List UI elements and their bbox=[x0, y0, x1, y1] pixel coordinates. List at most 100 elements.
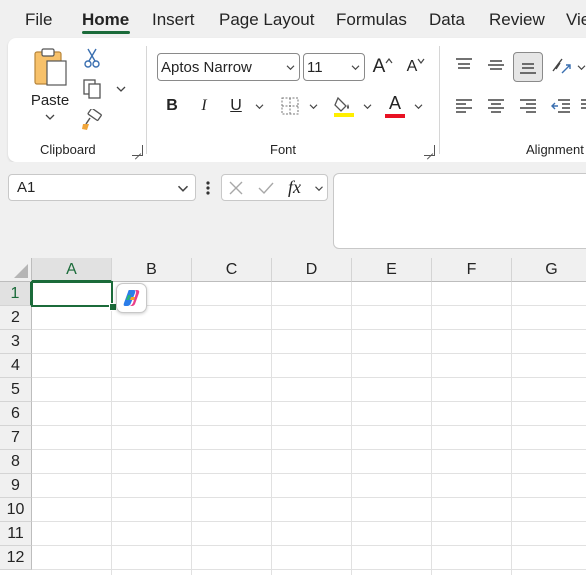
font-color-swatch bbox=[385, 114, 405, 118]
orientation-button[interactable] bbox=[548, 52, 574, 78]
column-header-f[interactable]: F bbox=[432, 258, 512, 282]
tab-data[interactable]: Data bbox=[429, 10, 465, 30]
decrease-font-size-button[interactable]: A bbox=[403, 53, 429, 81]
column-header-g[interactable]: G bbox=[512, 258, 586, 282]
column-header-a[interactable]: A bbox=[32, 258, 112, 282]
cancel-icon[interactable] bbox=[228, 181, 244, 195]
align-middle-icon bbox=[488, 60, 504, 70]
fill-color-button[interactable] bbox=[332, 93, 356, 119]
row-header-1[interactable]: 1 bbox=[0, 282, 32, 306]
formula-bar-more-button[interactable] bbox=[202, 177, 214, 199]
row-header-11[interactable]: 11 bbox=[0, 522, 32, 546]
font-color-button[interactable]: A bbox=[384, 93, 406, 119]
name-box-value: A1 bbox=[17, 179, 36, 196]
middle-align-button[interactable] bbox=[483, 52, 509, 78]
row-header-9[interactable]: 9 bbox=[0, 474, 32, 498]
active-cell-a1[interactable] bbox=[31, 281, 113, 307]
tab-review[interactable]: Review bbox=[489, 10, 545, 30]
column-header-b[interactable]: B bbox=[112, 258, 192, 282]
underline-button[interactable]: U bbox=[224, 93, 248, 119]
gridline bbox=[191, 282, 192, 575]
increase-font-glyph: A bbox=[372, 56, 386, 77]
chevron-down-icon[interactable] bbox=[45, 113, 55, 121]
chevron-down-icon[interactable] bbox=[177, 184, 189, 193]
borders-icon bbox=[281, 97, 299, 115]
row-header-6[interactable]: 6 bbox=[0, 402, 32, 426]
formula-input[interactable] bbox=[333, 173, 586, 249]
gridline bbox=[32, 521, 586, 522]
tab-insert[interactable]: Insert bbox=[152, 10, 195, 30]
underline-options-chevron[interactable] bbox=[252, 99, 266, 113]
column-header-c[interactable]: C bbox=[192, 258, 272, 282]
caret-down-icon bbox=[417, 58, 425, 64]
name-box[interactable]: A1 bbox=[8, 174, 196, 201]
paste-icon bbox=[34, 48, 67, 86]
orientation-options-chevron[interactable] bbox=[575, 60, 586, 74]
tab-formulas[interactable]: Formulas bbox=[336, 10, 407, 30]
font-name-combo[interactable]: Aptos Narrow bbox=[157, 53, 300, 81]
row-header-5[interactable]: 5 bbox=[0, 378, 32, 402]
chevron-down-icon bbox=[309, 103, 317, 109]
bold-button[interactable]: B bbox=[160, 93, 184, 119]
align-left-button[interactable] bbox=[451, 93, 477, 119]
row-header-8[interactable]: 8 bbox=[0, 450, 32, 474]
chevron-down-icon bbox=[577, 64, 585, 70]
group-separator bbox=[439, 46, 440, 154]
row-header-3[interactable]: 3 bbox=[0, 330, 32, 354]
gridline bbox=[32, 569, 586, 570]
clipboard-dialog-launcher-icon[interactable] bbox=[132, 145, 143, 156]
decrease-indent-button[interactable] bbox=[548, 93, 574, 119]
fill-bucket-icon bbox=[334, 96, 354, 117]
chevron-down-icon[interactable] bbox=[351, 64, 360, 71]
font-name-value: Aptos Narrow bbox=[161, 59, 252, 76]
align-center-button[interactable] bbox=[483, 93, 509, 119]
active-tab-indicator bbox=[82, 31, 130, 34]
select-all-corner[interactable] bbox=[0, 258, 32, 282]
format-painter-button[interactable] bbox=[80, 108, 104, 132]
tab-file[interactable]: File bbox=[25, 10, 52, 30]
copy-options-chevron[interactable] bbox=[114, 82, 128, 96]
top-align-button[interactable] bbox=[451, 52, 477, 78]
row-header-12[interactable]: 12 bbox=[0, 546, 32, 570]
paste-label: Paste bbox=[30, 92, 70, 109]
tab-page-layout[interactable]: Page Layout bbox=[219, 10, 314, 30]
group-separator bbox=[146, 46, 147, 154]
copilot-button[interactable] bbox=[116, 283, 147, 313]
row-header-2[interactable]: 2 bbox=[0, 306, 32, 330]
borders-options-chevron[interactable] bbox=[306, 99, 320, 113]
insert-function-button[interactable]: fx bbox=[288, 177, 301, 198]
borders-button[interactable] bbox=[278, 94, 302, 118]
align-right-button[interactable] bbox=[515, 93, 541, 119]
row-header-10[interactable]: 10 bbox=[0, 498, 32, 522]
font-color-options-chevron[interactable] bbox=[411, 99, 425, 113]
tab-view[interactable]: Vie bbox=[566, 10, 586, 30]
font-dialog-launcher-icon[interactable] bbox=[424, 145, 435, 156]
chevron-down-icon bbox=[363, 103, 371, 109]
font-size-combo[interactable]: 11 bbox=[303, 53, 365, 81]
caret-up-icon bbox=[385, 58, 393, 64]
paste-button[interactable]: Paste bbox=[28, 46, 72, 128]
copilot-icon bbox=[123, 290, 139, 306]
align-right-icon bbox=[520, 99, 536, 113]
tab-home[interactable]: Home bbox=[82, 10, 129, 30]
chevron-down-icon[interactable] bbox=[314, 185, 324, 192]
chevron-down-icon bbox=[116, 86, 126, 92]
enter-check-icon[interactable] bbox=[257, 181, 275, 195]
cut-button[interactable] bbox=[80, 46, 104, 70]
column-header-d[interactable]: D bbox=[272, 258, 352, 282]
gridline bbox=[431, 282, 432, 575]
increase-font-size-button[interactable]: A bbox=[370, 53, 396, 81]
text-orientation-icon bbox=[552, 58, 571, 74]
increase-indent-button[interactable] bbox=[578, 93, 586, 119]
row-header-7[interactable]: 7 bbox=[0, 426, 32, 450]
italic-button[interactable]: I bbox=[192, 93, 216, 119]
fill-color-options-chevron[interactable] bbox=[360, 99, 374, 113]
copy-button[interactable] bbox=[80, 77, 104, 101]
row-header-4[interactable]: 4 bbox=[0, 354, 32, 378]
column-header-e[interactable]: E bbox=[352, 258, 432, 282]
chevron-down-icon bbox=[255, 103, 263, 109]
gridline bbox=[271, 282, 272, 575]
gridline bbox=[32, 497, 586, 498]
bottom-align-button[interactable] bbox=[513, 52, 543, 82]
chevron-down-icon[interactable] bbox=[286, 64, 295, 71]
